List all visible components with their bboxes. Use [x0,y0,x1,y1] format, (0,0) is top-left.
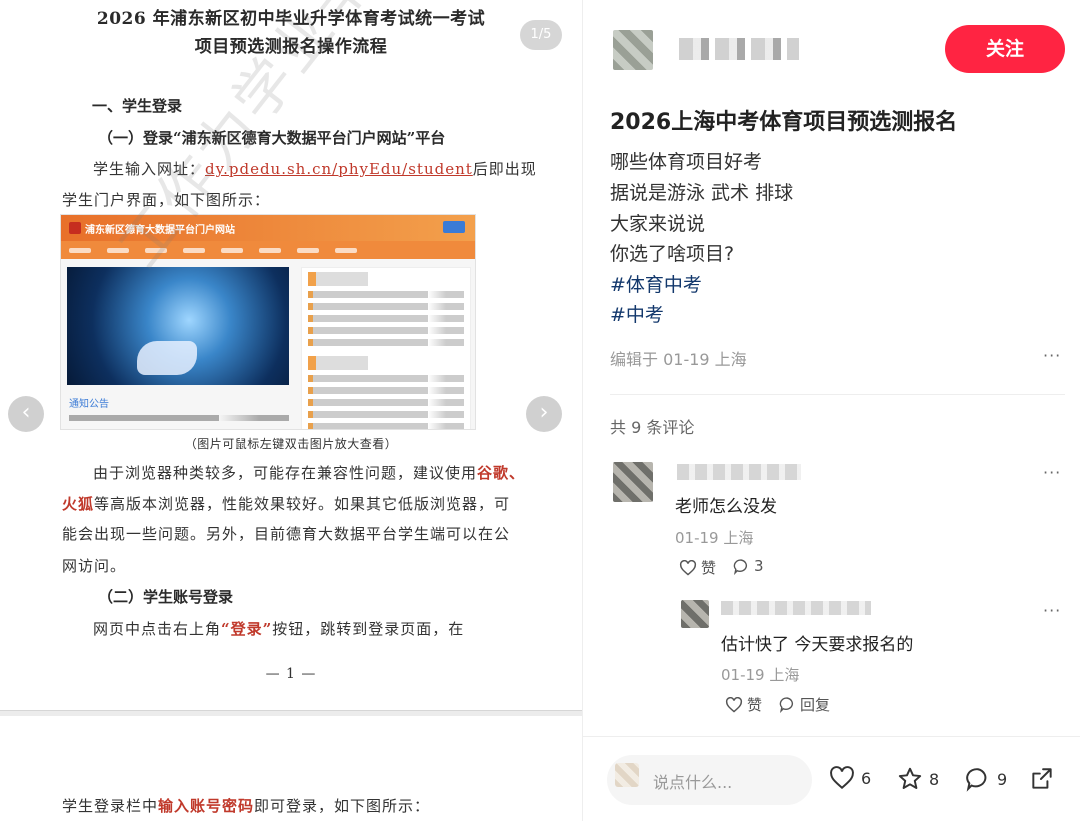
doc-paragraph-3: 网页中点击右上角“登录”按钮，跳转到登录页面，在 [93,618,464,639]
image-viewer[interactable]: 2026 年浦东新区初中毕业升学体育考试统一考试 项目预选测报名操作流程 一、学… [0,0,582,821]
heart-icon [725,696,743,713]
my-avatar [615,763,639,787]
comment-reply-button[interactable]: 3 [733,557,764,575]
doc-text: 学生登录栏中 [62,797,159,815]
doc-section-1: 一、学生登录 [92,97,183,115]
share-button[interactable] [1029,766,1055,792]
doc-highlight: 谷歌、 [477,464,526,482]
hashtag-link[interactable]: #中考 [610,300,664,327]
doc-page-number: — 1 — [265,666,317,682]
heart-icon [830,766,854,790]
document-page: 2026 年浦东新区初中毕业升学体育考试统一考试 项目预选测报名操作流程 一、学… [0,0,582,821]
follow-button[interactable]: 关注 [945,25,1065,73]
comment-text: 老师怎么没发 [675,497,777,517]
doc-paragraph-4: 学生登录栏中输入账号密码即可登录，如下图所示： [62,795,430,816]
reply-reply-button[interactable]: 回复 [779,694,830,715]
post-line: 据说是游泳 武术 排球 [610,182,794,204]
hashtag-link[interactable]: #体育中考 [610,270,702,297]
doc-caption: （图片可鼠标左键双击图片放大查看） [184,437,398,451]
star-icon [898,767,922,789]
speech-bubble-icon [733,558,748,575]
reply-reply-label: 回复 [800,696,831,714]
post-more-icon[interactable]: ··· [1043,346,1061,365]
speech-bubble-icon [779,697,794,713]
reply-meta: 01-19 上海 [721,666,800,684]
portal-login-button [443,221,465,233]
image-counter: 1/5 [520,20,562,50]
portal-notice-row [69,415,289,421]
portal-news-list [301,267,471,429]
post-title: 2026上海中考体育项目预选测报名 [610,110,958,135]
comment-meta: 01-19 上海 [675,529,754,547]
author-avatar[interactable] [613,30,653,70]
comment-input-placeholder: 说点什么... [653,773,733,792]
comment-button[interactable]: 9 [965,766,1007,792]
bottom-bar-divider [583,736,1080,737]
post-line: 你选了啥项目? [610,243,735,265]
reply-avatar[interactable] [681,600,709,628]
comment-more-icon[interactable]: ··· [1043,463,1061,482]
reply-more-icon[interactable]: ··· [1043,601,1061,620]
speech-bubble-icon [966,768,987,792]
comment-author-blurred[interactable] [677,464,801,480]
doc-text: 即可登录，如下图所示： [254,797,431,815]
doc-text: 后即出现 [472,160,537,178]
heart-icon [679,559,697,576]
doc-subsection-2: （二）学生账号登录 [98,588,234,606]
post-line: 哪些体育项目好考 [610,151,763,173]
reply-text: 估计快了 今天要求报名的 [721,635,914,655]
doc-text: 按钮，跳转到登录页面，在 [272,620,465,638]
reply-like-button[interactable]: 赞 [725,694,762,715]
reply-like-label: 赞 [747,696,763,714]
comment-reply-count: 3 [754,557,764,575]
doc-text: 网页中点击右上角 [93,620,222,638]
comment-like-button[interactable]: 赞 [679,557,716,578]
like-count: 6 [861,768,872,788]
reply-author-blurred[interactable] [721,601,871,615]
page-separator [0,710,582,716]
next-image-button[interactable]: › [526,396,562,432]
like-button[interactable]: 6 [829,766,871,790]
author-name-blurred[interactable] [679,38,799,60]
doc-paragraph-2-line3: 能会出现一些问题。另外，目前德育大数据平台学生端可以在公 [62,525,511,543]
comment-input[interactable]: 说点什么... [607,755,812,805]
post-panel: 关注 2026上海中考体育项目预选测报名 哪些体育项目好考 据说是游泳 武术 排… [582,0,1080,821]
comment-avatar[interactable] [613,462,653,502]
portal-logo [69,222,81,234]
divider [610,394,1065,395]
share-icon [1032,768,1052,789]
doc-paragraph-2-line2: 火狐等高版本浏览器，性能效果较好。如果其它低版浏览器，可 [62,493,510,514]
doc-text: 等高版本浏览器，性能效果较好。如果其它低版浏览器，可 [94,495,511,513]
comment-total: 9 [997,769,1008,789]
doc-paragraph-2-line4: 网访问。 [62,557,127,575]
doc-paragraph-2-line1: 由于浏览器种类较多，可能存在兼容性问题，建议使用谷歌、 [93,462,525,483]
portal-notice-heading: 通知公告 [69,399,109,410]
prev-image-button[interactable]: ‹ [8,396,44,432]
portal-banner-image [67,267,289,385]
comment-like-label: 赞 [701,559,717,577]
doc-text: 由于浏览器种类较多，可能存在兼容性问题，建议使用 [93,464,478,482]
doc-highlight: 火狐 [62,495,95,513]
doc-highlight: “登录” [221,620,273,638]
doc-highlight: 输入账号密码 [158,797,255,815]
robot-hand-graphic [137,341,197,375]
collect-button[interactable]: 8 [897,766,939,792]
post-line: 大家来说说 [610,213,706,235]
post-meta: 编辑于 01-19 上海 [610,350,747,369]
comment-count: 共 9 条评论 [610,418,695,437]
collect-count: 8 [929,769,940,789]
